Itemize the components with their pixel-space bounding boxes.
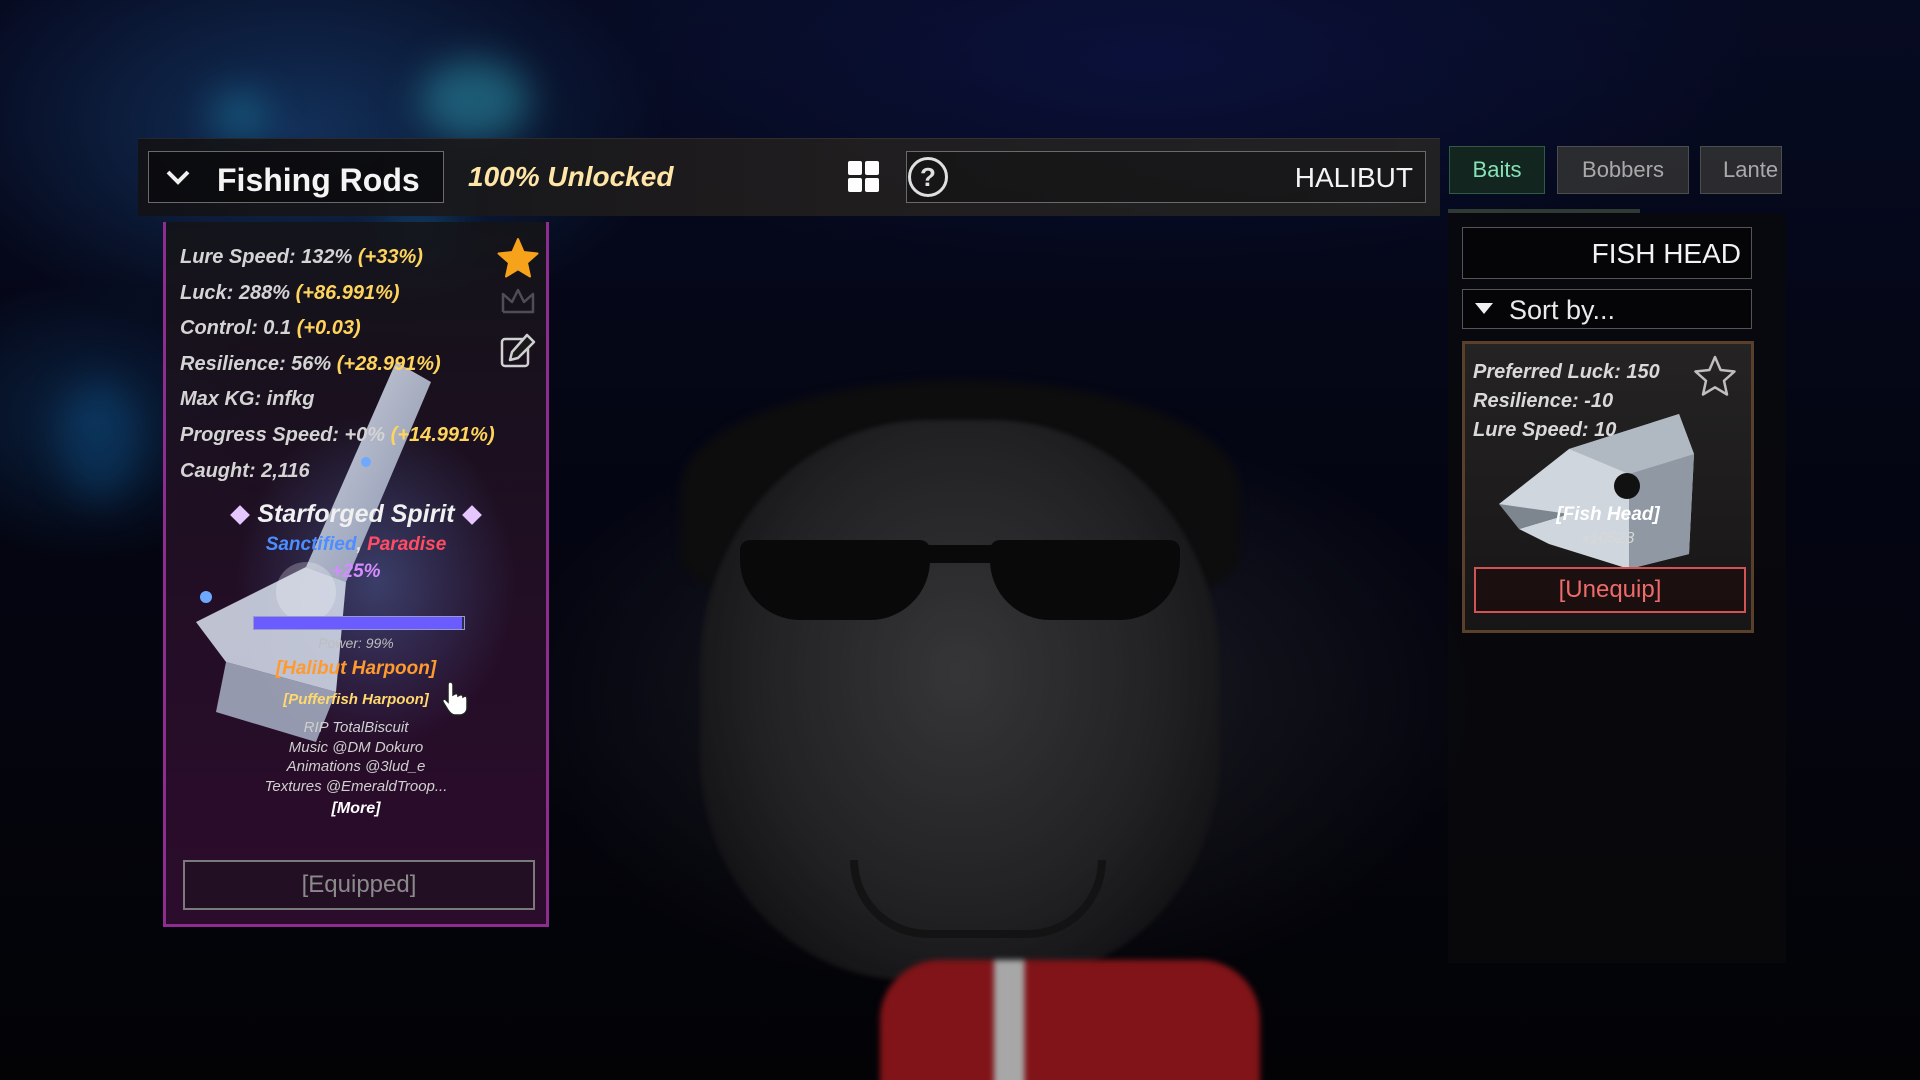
rod-name: [Halibut Harpoon] [275,658,437,679]
sort-dropdown[interactable]: Sort by... [1462,289,1752,329]
mutation-boost: +25% [331,561,381,582]
equipped-button[interactable]: [Equipped] [183,860,535,910]
inventory-top-bar: Fishing Rods 100% Unlocked HALIBUT ? [138,138,1440,216]
pointer-cursor-icon [442,681,468,716]
crown-icon[interactable] [500,286,536,316]
category-dropdown[interactable]: Fishing Rods [148,151,444,203]
tab-lanterns[interactable]: Lante [1700,146,1782,194]
rod-mutations: Sanctified, Paradise [265,534,447,555]
diamond-icon [461,505,482,526]
star-icon[interactable] [496,236,540,280]
bait-card-fish-head[interactable]: Preferred Luck: 150 Resilience: -10 Lure… [1462,341,1754,633]
stat-max-kg: Max KG: infkg [180,388,315,411]
credit-line: Textures @EmeraldTroop... [264,777,448,795]
stat-luck: Luck: 288% (+86.991%) [180,281,400,304]
power-label: Power: 99% [318,635,394,651]
rod-card: Lure Speed: 132% (+33%) Luck: 288% (+86.… [163,222,549,927]
unequip-button[interactable]: [Unequip] [1474,567,1746,613]
credit-line: RIP TotalBiscuit [303,719,409,736]
sort-arrow-icon [1475,303,1493,314]
stat-progress-speed: Progress Speed: +0% (+14.991%) [180,423,495,446]
mutation-sanctified: Sanctified [265,534,357,555]
tab-bobbers[interactable]: Bobbers [1557,146,1689,194]
power-bar-fill [254,617,462,629]
unlocked-percentage: 100% Unlocked [468,161,674,192]
rod-search-value: HALIBUT [1294,162,1413,193]
credit-line: Animations @3lud_e [286,758,426,776]
edit-icon[interactable] [499,332,537,370]
rod-stats: Lure Speed: 132% (+33%) Luck: 288% (+86.… [180,240,495,489]
rod-credits: RIP TotalBiscuit Music @DM Dokuro Animat… [166,718,546,796]
stat-resilience: Resilience: 56% (+28.991%) [180,352,441,375]
bait-panel: FISH HEAD Sort by... Preferred Luck: 150… [1448,213,1786,963]
star-icon[interactable] [1693,354,1737,398]
stat-lure-speed: Lure Speed: 132% (+33%) [180,246,423,268]
sort-label: Sort by... [1509,295,1616,325]
bait-name: [Fish Head] [1556,504,1660,525]
stat-caught: Caught: 2,116 [180,459,310,482]
enchant-title: Starforged Spirit [166,500,546,529]
bait-stat-luck: Preferred Luck: 150 [1473,361,1660,383]
bait-quantity: x10528 [1581,530,1635,547]
stat-control: Control: 0.1 (+0.03) [180,317,361,340]
grid-icon[interactable] [848,161,880,193]
bait-search-input[interactable]: FISH HEAD [1462,227,1752,279]
bait-stats: Preferred Luck: 150 Resilience: -10 Lure… [1473,358,1660,445]
rod-alt-name[interactable]: [Pufferfish Harpoon] [166,691,546,708]
mutation-paradise: Paradise [367,534,447,555]
power-bar [253,616,465,630]
help-icon[interactable]: ? [908,157,948,197]
diamond-icon [230,505,251,526]
bait-search-value: FISH HEAD [1591,238,1741,269]
tab-baits[interactable]: Baits [1449,146,1545,194]
bait-stat-lure-speed: Lure Speed: 10 [1473,419,1617,441]
chevron-down-icon [166,170,190,185]
more-button[interactable]: [More] [166,800,546,818]
category-title: Fishing Rods [217,162,420,198]
bait-stat-resilience: Resilience: -10 [1473,390,1614,412]
rod-search-input[interactable]: HALIBUT [906,151,1426,203]
credit-line: Music @DM Dokuro [288,738,424,756]
